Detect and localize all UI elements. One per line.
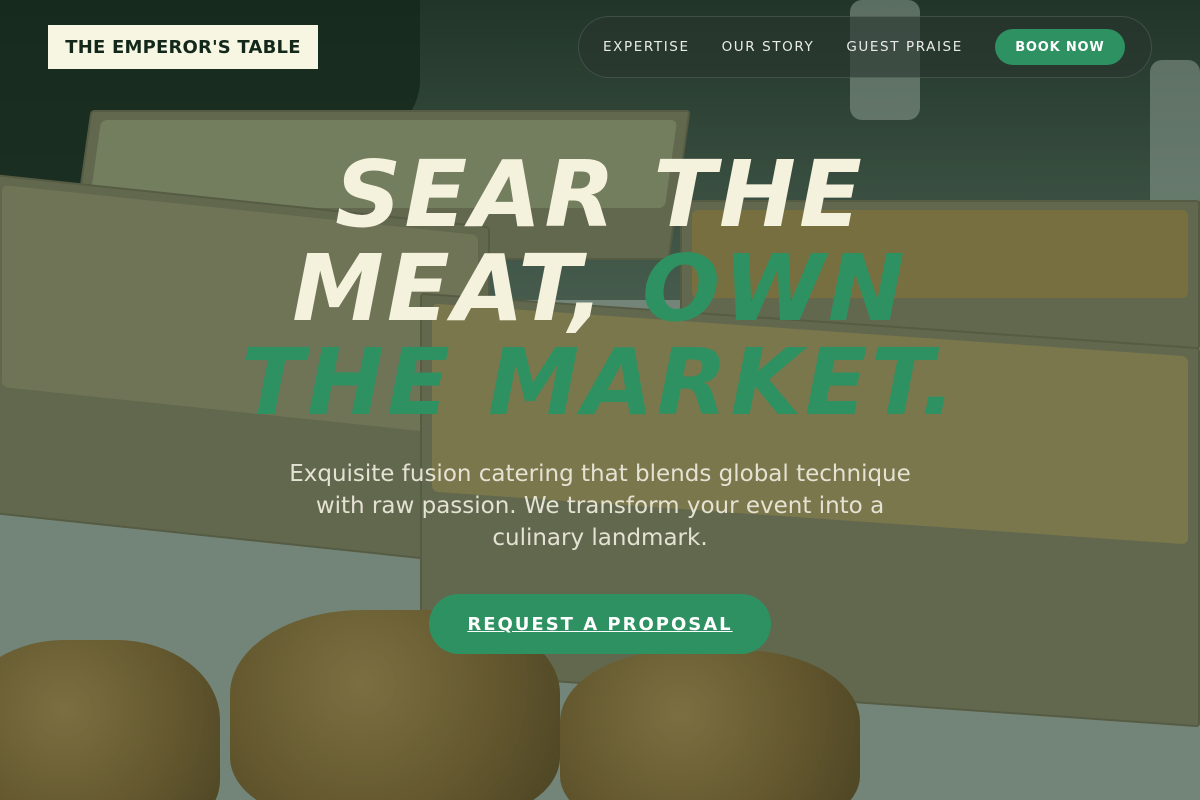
nav-item-our-story[interactable]: OUR STORY: [722, 39, 815, 55]
hero-title-accent-own: OWN: [642, 235, 908, 342]
hero-title: SEAR THE MEAT, OWN THE MARKET.: [0, 148, 1200, 430]
nav-item-expertise[interactable]: EXPERTISE: [603, 39, 690, 55]
hero-title-line-2: MEAT, OWN: [0, 242, 1200, 336]
hero-title-line-1: SEAR THE: [335, 141, 865, 248]
brand-logo[interactable]: THE EMPEROR'S TABLE: [48, 25, 318, 69]
top-nav: EXPERTISE OUR STORY GUEST PRAISE BOOK NO…: [578, 16, 1152, 78]
book-now-button[interactable]: BOOK NOW: [994, 29, 1125, 65]
nav-item-guest-praise[interactable]: GUEST PRAISE: [846, 39, 962, 55]
hero-subtitle: Exquisite fusion catering that blends gl…: [289, 461, 911, 551]
hero-title-line-3: THE MARKET.: [241, 329, 959, 436]
hero-title-word-meat: MEAT,: [292, 235, 607, 342]
request-proposal-button[interactable]: REQUEST A PROPOSAL: [429, 594, 771, 654]
